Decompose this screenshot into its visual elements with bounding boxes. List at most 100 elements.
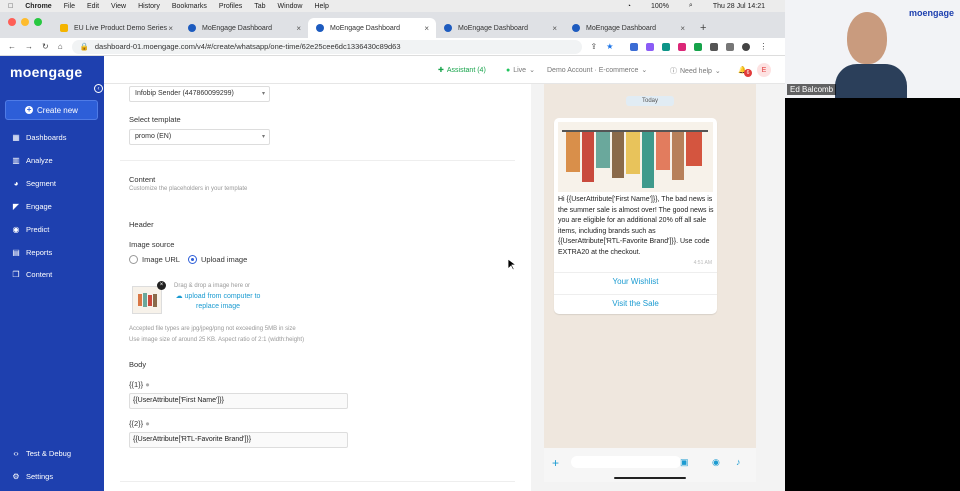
profile-avatar[interactable]: [742, 42, 751, 51]
visit-sale-button[interactable]: Visit the Sale: [554, 294, 717, 312]
tab-dashboard-active[interactable]: MoEngage Dashboard ×: [308, 18, 436, 38]
home-icon[interactable]: ⌂: [58, 42, 63, 51]
menu-window[interactable]: Window: [278, 3, 303, 10]
create-new-button[interactable]: + Create new: [5, 100, 98, 120]
tab-dashboard-1[interactable]: MoEngage Dashboard ×: [180, 18, 308, 38]
tab-favicon: [188, 24, 196, 32]
pie-icon: ◕: [13, 178, 19, 188]
compose-bar: + ▣ ◉ ♪: [544, 448, 756, 482]
remove-image-icon[interactable]: ×: [157, 281, 166, 290]
extension-icon[interactable]: [662, 42, 671, 51]
menu-help[interactable]: Help: [314, 3, 328, 10]
sidepanel-icon[interactable]: [726, 42, 735, 51]
menu-chrome[interactable]: Chrome: [25, 3, 51, 10]
sidebar-item-content[interactable]: ❐ Content: [12, 270, 52, 279]
minimize-window-button[interactable]: [21, 18, 29, 26]
sidebar-item-predict[interactable]: ◉ Predict: [12, 225, 50, 234]
tab-dashboard-4[interactable]: MoEngage Dashboard ×: [564, 18, 692, 38]
tab-close-icon[interactable]: ×: [168, 24, 173, 33]
menu-edit[interactable]: Edit: [87, 3, 99, 10]
user-avatar[interactable]: E: [757, 63, 771, 77]
sidebar-item-settings[interactable]: ⚙ Settings: [12, 472, 53, 481]
upload-cloud-icon: ☁: [175, 293, 185, 300]
close-window-button[interactable]: [8, 18, 16, 26]
sidebar-item-dashboards[interactable]: ▦ Dashboards: [12, 133, 66, 142]
menu-history[interactable]: History: [138, 3, 160, 10]
menu-view[interactable]: View: [111, 3, 126, 10]
menu-tab[interactable]: Tab: [254, 3, 265, 10]
sidebar-item-segment[interactable]: ◕ Segment: [12, 179, 56, 188]
mac-menu-bar:  Chrome File Edit View History Bookmark…: [0, 0, 785, 12]
chevron-down-icon: ⌄: [529, 67, 535, 74]
tab-close-icon[interactable]: ×: [680, 24, 685, 33]
browser-tab-strip: EU Live Product Demo Series × MoEngage Da…: [0, 12, 785, 38]
content-icon: ❐: [12, 269, 20, 279]
tab-favicon: [60, 24, 68, 32]
var1-input[interactable]: {{UserAttribute['First Name']}}: [129, 393, 348, 409]
tab-favicon: [316, 24, 324, 32]
clothes-item: [582, 132, 594, 182]
clothes-item: [626, 132, 640, 174]
status-area: ◔ 100% ⌕ Thu 28 Jul 14:21: [627, 0, 777, 12]
tab-favicon: [572, 24, 580, 32]
sticker-icon[interactable]: ▣: [680, 457, 689, 468]
sidebar-item-label: Settings: [26, 472, 54, 481]
tab-close-icon[interactable]: ×: [424, 24, 429, 33]
live-environment-dropdown[interactable]: ● Live ⌄: [506, 66, 535, 75]
apple-icon[interactable]: : [8, 3, 13, 10]
extension-icon[interactable]: [694, 42, 703, 51]
wifi-icon[interactable]: ◔: [627, 3, 631, 10]
new-tab-button[interactable]: +: [692, 18, 714, 38]
url-text: dashboard-01.moengage.com/v4/#/create/wh…: [94, 42, 401, 51]
image-url-radio[interactable]: Image URL: [129, 255, 180, 264]
puzzle-icon[interactable]: [710, 42, 719, 51]
search-icon[interactable]: ⌕: [689, 2, 693, 10]
kebab-menu-icon[interactable]: ⋮: [759, 42, 767, 51]
upload-image-radio[interactable]: Upload image: [188, 255, 247, 264]
sidebar-item-engage[interactable]: ◤ Engage: [12, 202, 52, 211]
clothes-item: [566, 132, 580, 172]
extension-icon[interactable]: [678, 42, 687, 51]
collapse-sidebar-icon[interactable]: ‹: [94, 84, 103, 93]
phone-mockup: Today Hi {{UserAttribute['First Name']}}…: [544, 84, 756, 482]
account-dropdown[interactable]: Demo Account · E-commerce ⌄: [547, 66, 647, 75]
message-bubble: Hi {{UserAttribute['First Name']}}, The …: [554, 118, 717, 314]
menu-bookmarks[interactable]: Bookmarks: [172, 3, 207, 10]
menu-profiles[interactable]: Profiles: [219, 3, 242, 10]
menu-file[interactable]: File: [64, 3, 75, 10]
sidebar-item-test-debug[interactable]: ‹› Test & Debug: [12, 449, 71, 458]
lock-icon: 🔒: [79, 42, 89, 51]
upload-link[interactable]: ☁ upload from computer to replace image: [168, 292, 268, 312]
var2-input[interactable]: {{UserAttribute['RTL-Favorite Brand']}}: [129, 432, 348, 448]
bookmark-star-icon[interactable]: ★: [606, 42, 613, 51]
tab-close-icon[interactable]: ×: [296, 24, 301, 33]
clothes-item: [596, 132, 610, 168]
forward-icon[interactable]: →: [25, 42, 33, 51]
live-label: Live: [513, 66, 527, 74]
sender-select[interactable]: Infobip Sender (447860099299) ▾: [129, 86, 270, 102]
template-select[interactable]: promo (EN) ▾: [129, 129, 270, 145]
assistant-button[interactable]: ✚ Assistant (4): [438, 66, 486, 75]
help-dropdown[interactable]: ⓘ Need help ⌄: [670, 66, 721, 76]
sidebar-item-reports[interactable]: ▤ Reports: [12, 248, 52, 257]
camera-icon[interactable]: ◉: [712, 457, 720, 468]
sidebar-item-analyze[interactable]: ▥ Analyze: [12, 156, 52, 165]
maximize-window-button[interactable]: [34, 18, 42, 26]
tab-dashboard-3[interactable]: MoEngage Dashboard ×: [436, 18, 564, 38]
clothes-item: [672, 132, 684, 180]
notifications-button[interactable]: 🔔 6: [738, 66, 752, 77]
tab-eu-live-demo[interactable]: EU Live Product Demo Series ×: [52, 18, 180, 38]
share-icon[interactable]: ⇪: [591, 42, 598, 51]
message-input[interactable]: [571, 456, 681, 468]
moengage-logo[interactable]: moengage: [10, 64, 82, 80]
wishlist-button[interactable]: Your Wishlist: [554, 272, 717, 290]
divider: [120, 160, 515, 161]
reload-icon[interactable]: ↻: [42, 42, 49, 51]
add-attachment-icon[interactable]: +: [552, 456, 559, 470]
microphone-icon[interactable]: ♪: [736, 457, 741, 467]
extension-icon[interactable]: [646, 42, 655, 51]
back-icon[interactable]: ←: [8, 42, 16, 51]
address-bar[interactable]: 🔒 dashboard-01.moengage.com/v4/#/create/…: [71, 39, 582, 54]
extension-icon[interactable]: [630, 42, 639, 51]
tab-close-icon[interactable]: ×: [552, 24, 557, 33]
